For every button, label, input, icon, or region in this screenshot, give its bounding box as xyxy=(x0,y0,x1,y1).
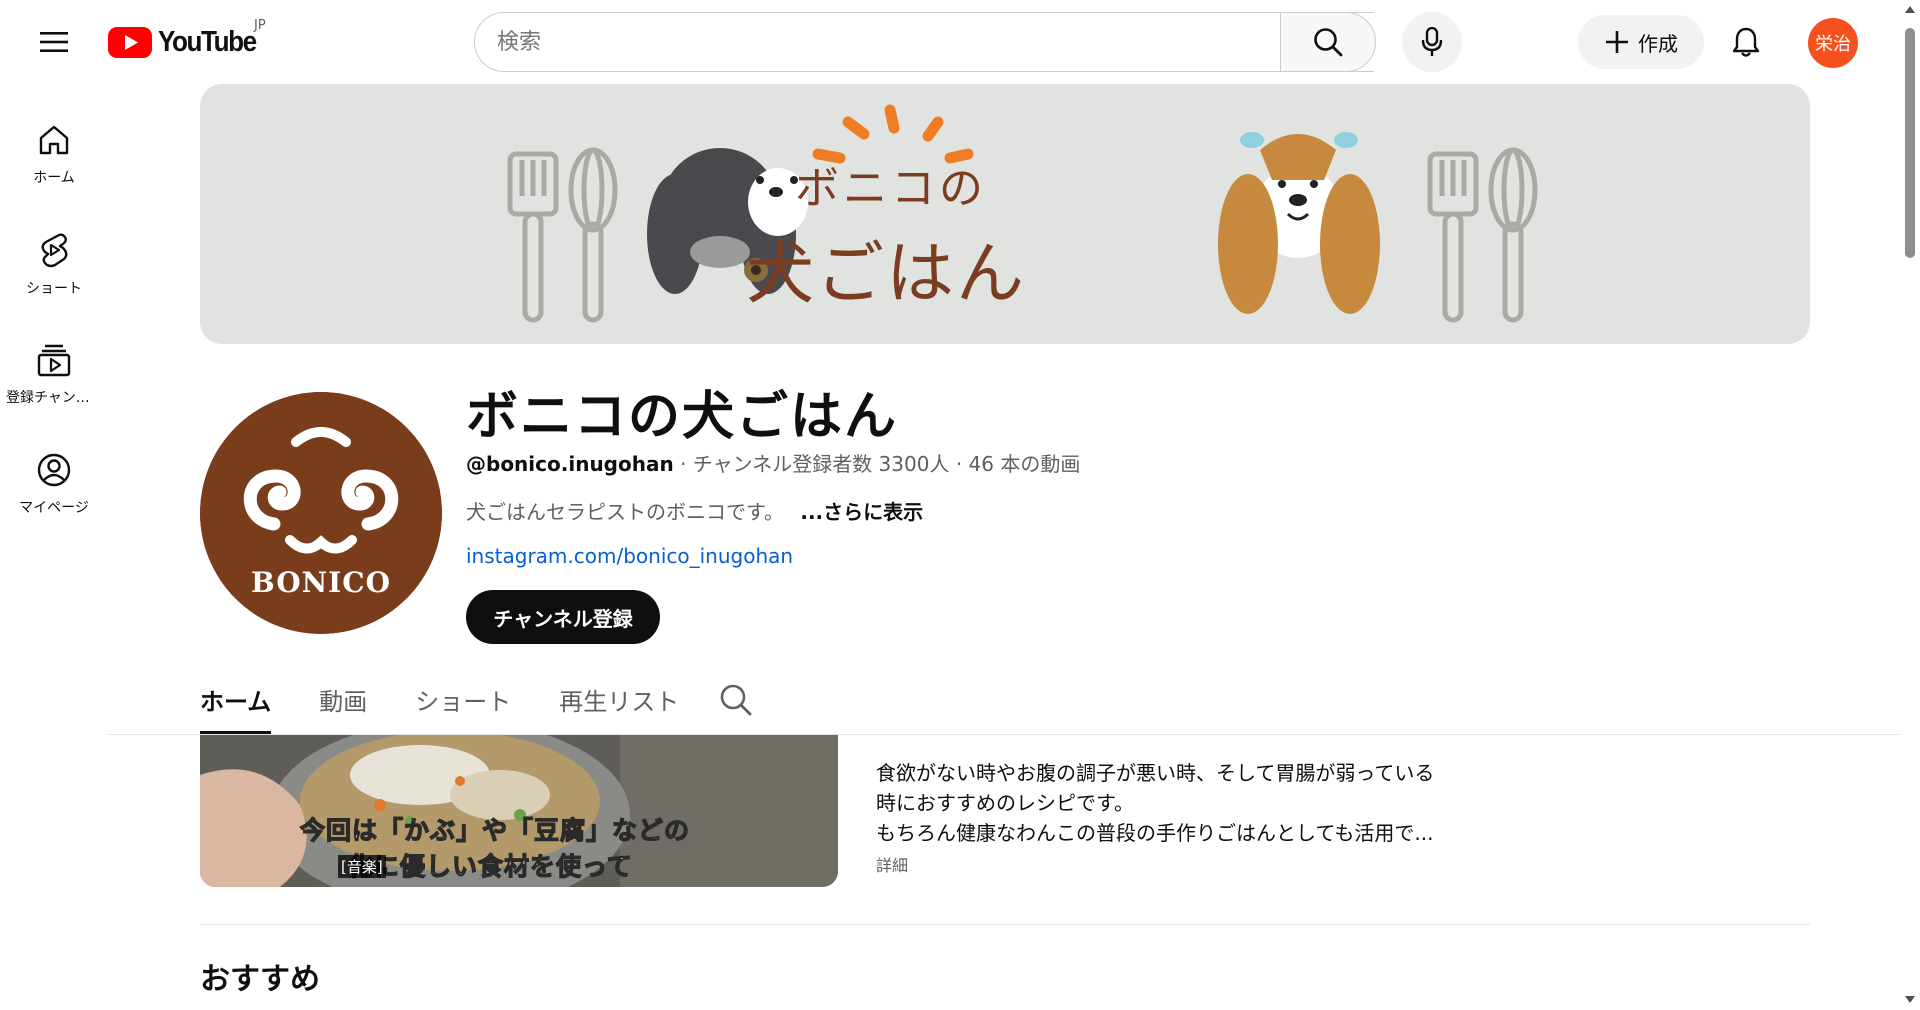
home-icon xyxy=(39,125,69,155)
logo-text: YouTube xyxy=(158,25,257,58)
channel-external-link[interactable]: instagram.com/bonico_inugohan xyxy=(466,544,793,568)
subscriber-count: チャンネル登録者数 3300人 xyxy=(692,452,950,476)
sidebar-item-label: マイページ xyxy=(19,500,89,516)
channel-search-button[interactable] xyxy=(718,682,754,718)
bell-icon xyxy=(1732,27,1760,57)
sidebar-item-label: ショート xyxy=(26,281,82,297)
country-code: JP xyxy=(254,18,266,33)
description-text: 犬ごはんセラピストのボニコです。 xyxy=(466,500,784,524)
whisk-icon xyxy=(568,147,618,323)
sidebar-item-shorts[interactable]: ショート xyxy=(0,210,108,320)
channel-name: ボニコの犬ごはん xyxy=(466,387,899,447)
sunburst-decoration xyxy=(812,104,974,164)
account-icon xyxy=(37,453,71,487)
spatula-icon xyxy=(507,151,559,323)
sidebar-item-you[interactable]: マイページ xyxy=(0,430,108,540)
account-avatar[interactable]: 栄治 xyxy=(1808,18,1858,68)
voice-search-button[interactable] xyxy=(1402,12,1462,72)
shorts-icon xyxy=(41,233,68,268)
create-button[interactable]: 作成 xyxy=(1578,15,1704,69)
scroll-up-arrow-icon[interactable] xyxy=(1905,6,1915,13)
sidebar-item-label: ホーム xyxy=(33,170,75,186)
search-icon xyxy=(720,684,752,716)
youtube-play-icon xyxy=(108,26,152,58)
thumbnail-subtitle-tag: [音楽] xyxy=(338,855,386,878)
plus-icon xyxy=(1606,31,1628,53)
dog-illustration-right xyxy=(1218,132,1380,314)
thumbnail-caption: 今回は「かぶ」や「豆腐」などの xyxy=(299,815,691,845)
page-scrollbar[interactable] xyxy=(1900,0,1920,1010)
tab-home[interactable]: ホーム xyxy=(200,672,272,734)
spatula-icon xyxy=(1427,151,1479,323)
featured-video-description: 食欲がない時やお腹の調子が悪い時、そして胃腸が弱っている 時におすすめのレシピで… xyxy=(876,758,1476,848)
channel-meta: @bonico.inugohan · チャンネル登録者数 3300人 · 46 … xyxy=(466,448,1080,477)
sidebar-item-label: 登録チャンネル xyxy=(6,390,102,406)
banner-title-line2: 犬ごはん xyxy=(746,235,1027,314)
sidebar-item-subscriptions[interactable]: 登録チャンネル xyxy=(0,320,108,430)
create-label: 作成 xyxy=(1638,31,1678,56)
featured-video-thumbnail[interactable]: 今回は「かぶ」や「豆腐」などの 化に優しい食材を使って [音楽] xyxy=(200,735,838,887)
search-icon xyxy=(1314,28,1343,57)
channel-handle: @bonico.inugohan xyxy=(466,452,674,476)
section-title: おすすめ xyxy=(200,962,320,997)
search-box xyxy=(474,12,1374,72)
notifications-button[interactable] xyxy=(1722,18,1770,66)
scroll-down-arrow-icon[interactable] xyxy=(1905,996,1915,1003)
search-input[interactable] xyxy=(475,13,1374,71)
search-button[interactable] xyxy=(1280,12,1376,72)
tab-playlists[interactable]: 再生リスト xyxy=(559,672,679,734)
video-count: 46 本の動画 xyxy=(968,452,1081,476)
sidebar-item-home[interactable]: ホーム xyxy=(0,100,108,210)
masthead: YouTube JP 作成 栄治 xyxy=(0,0,1900,82)
channel-avatar[interactable]: BONICO xyxy=(200,392,442,634)
banner-title-line1: ボニコの xyxy=(795,163,987,214)
thumbnail-caption: 化に優しい食材を使って xyxy=(347,851,633,881)
guide-menu-button[interactable] xyxy=(28,20,80,64)
channel-banner: ボニコの 犬ごはん xyxy=(200,84,1810,344)
channel-description[interactable]: 犬ごはんセラピストのボニコです。 ...さらに表示 xyxy=(466,496,923,525)
subscriptions-icon xyxy=(37,344,71,377)
youtube-logo[interactable]: YouTube xyxy=(108,26,267,58)
scrollbar-thumb[interactable] xyxy=(1905,28,1915,258)
meta-separator: · xyxy=(955,452,969,476)
show-more-link[interactable]: ...さらに表示 xyxy=(800,500,923,524)
microphone-icon xyxy=(1421,27,1443,56)
hamburger-icon xyxy=(40,32,68,52)
whisk-icon xyxy=(1488,147,1538,323)
subscribe-button[interactable]: チャンネル登録 xyxy=(466,590,660,644)
description-line: もちろん健康なわんこの普段の手作りごはんとしても活用で... xyxy=(876,821,1434,845)
mini-guide: ホーム ショート 登録チャンネル マイページ xyxy=(0,100,108,540)
description-line: 時におすすめのレシピです。 xyxy=(876,791,1134,815)
channel-tabs: ホーム 動画 ショート 再生リスト xyxy=(200,672,727,734)
tab-videos[interactable]: 動画 xyxy=(319,672,367,734)
details-link[interactable]: 詳細 xyxy=(876,852,908,876)
meta-separator: · xyxy=(680,452,693,476)
channel-avatar-text: BONICO xyxy=(251,566,391,599)
description-line: 食欲がない時やお腹の調子が悪い時、そして胃腸が弱っている xyxy=(876,761,1435,785)
tab-shorts[interactable]: ショート xyxy=(415,672,511,734)
section-divider xyxy=(200,924,1810,925)
